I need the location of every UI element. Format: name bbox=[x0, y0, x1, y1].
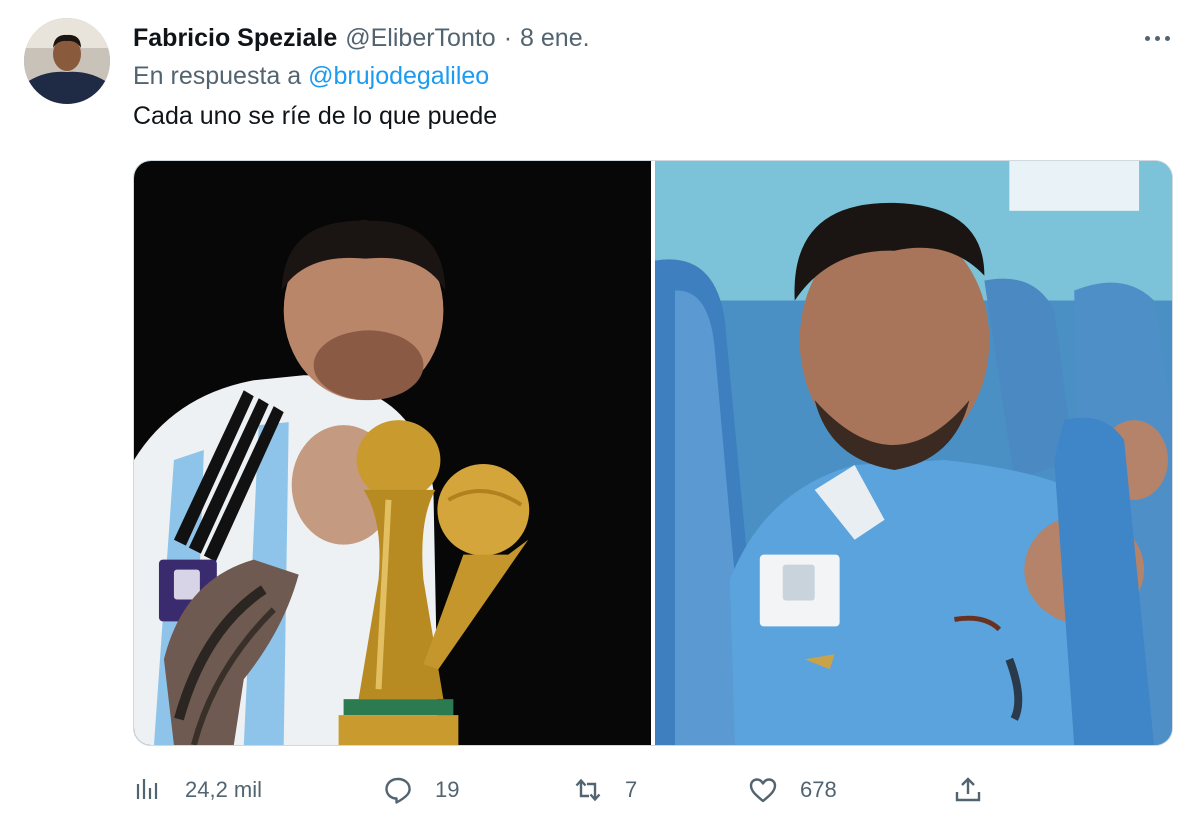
retweet-count: 7 bbox=[625, 777, 638, 802]
retweet-arrows-icon bbox=[575, 778, 601, 802]
reply-prefix: En respuesta a bbox=[133, 62, 302, 90]
separator-dot: · bbox=[503, 23, 513, 52]
avatar[interactable] bbox=[24, 18, 110, 104]
tweet-header: Fabricio Speziale @EliberTonto · 8 ene. bbox=[133, 22, 590, 54]
media-grid bbox=[133, 160, 1173, 746]
like-count: 678 bbox=[800, 777, 837, 802]
more-dot bbox=[1144, 35, 1150, 41]
display-name[interactable]: Fabricio Speziale bbox=[133, 24, 337, 53]
more-dot bbox=[1154, 35, 1160, 41]
avatar-image bbox=[24, 18, 110, 104]
views-count: 24,2 mil bbox=[185, 777, 263, 802]
reply-to-link[interactable]: @brujodegalileo bbox=[308, 62, 489, 90]
photo-left-image bbox=[134, 161, 651, 745]
retweet-button[interactable]: 7 bbox=[573, 770, 637, 810]
reply-count: 19 bbox=[435, 777, 460, 802]
photo-right[interactable] bbox=[655, 161, 1172, 745]
reply-context: En respuesta a @brujodegalileo bbox=[133, 62, 489, 91]
photo-left[interactable] bbox=[134, 161, 651, 745]
timestamp[interactable]: 8 ene. bbox=[520, 24, 590, 53]
share-button[interactable] bbox=[953, 770, 983, 810]
more-options-icon[interactable] bbox=[1136, 28, 1178, 48]
more-dot bbox=[1164, 35, 1170, 41]
tweet-text: Cada uno se ríe de lo que puede bbox=[133, 102, 498, 130]
user-handle[interactable]: @EliberTonto bbox=[345, 24, 495, 53]
like-button[interactable]: 678 bbox=[748, 770, 837, 810]
photo-right-image bbox=[655, 161, 1172, 745]
reply-button[interactable]: 19 bbox=[383, 770, 459, 810]
views-button[interactable]: 24,2 mil bbox=[133, 770, 262, 810]
action-bar: 24,2 mil 19 7 678 bbox=[133, 770, 1173, 810]
speech-bubble-icon bbox=[385, 777, 411, 804]
tweet[interactable]: Fabricio Speziale @EliberTonto · 8 ene. … bbox=[0, 0, 1200, 823]
share-upload-icon bbox=[955, 777, 981, 802]
bar-chart-icon bbox=[136, 779, 158, 799]
heart-icon bbox=[749, 778, 777, 803]
